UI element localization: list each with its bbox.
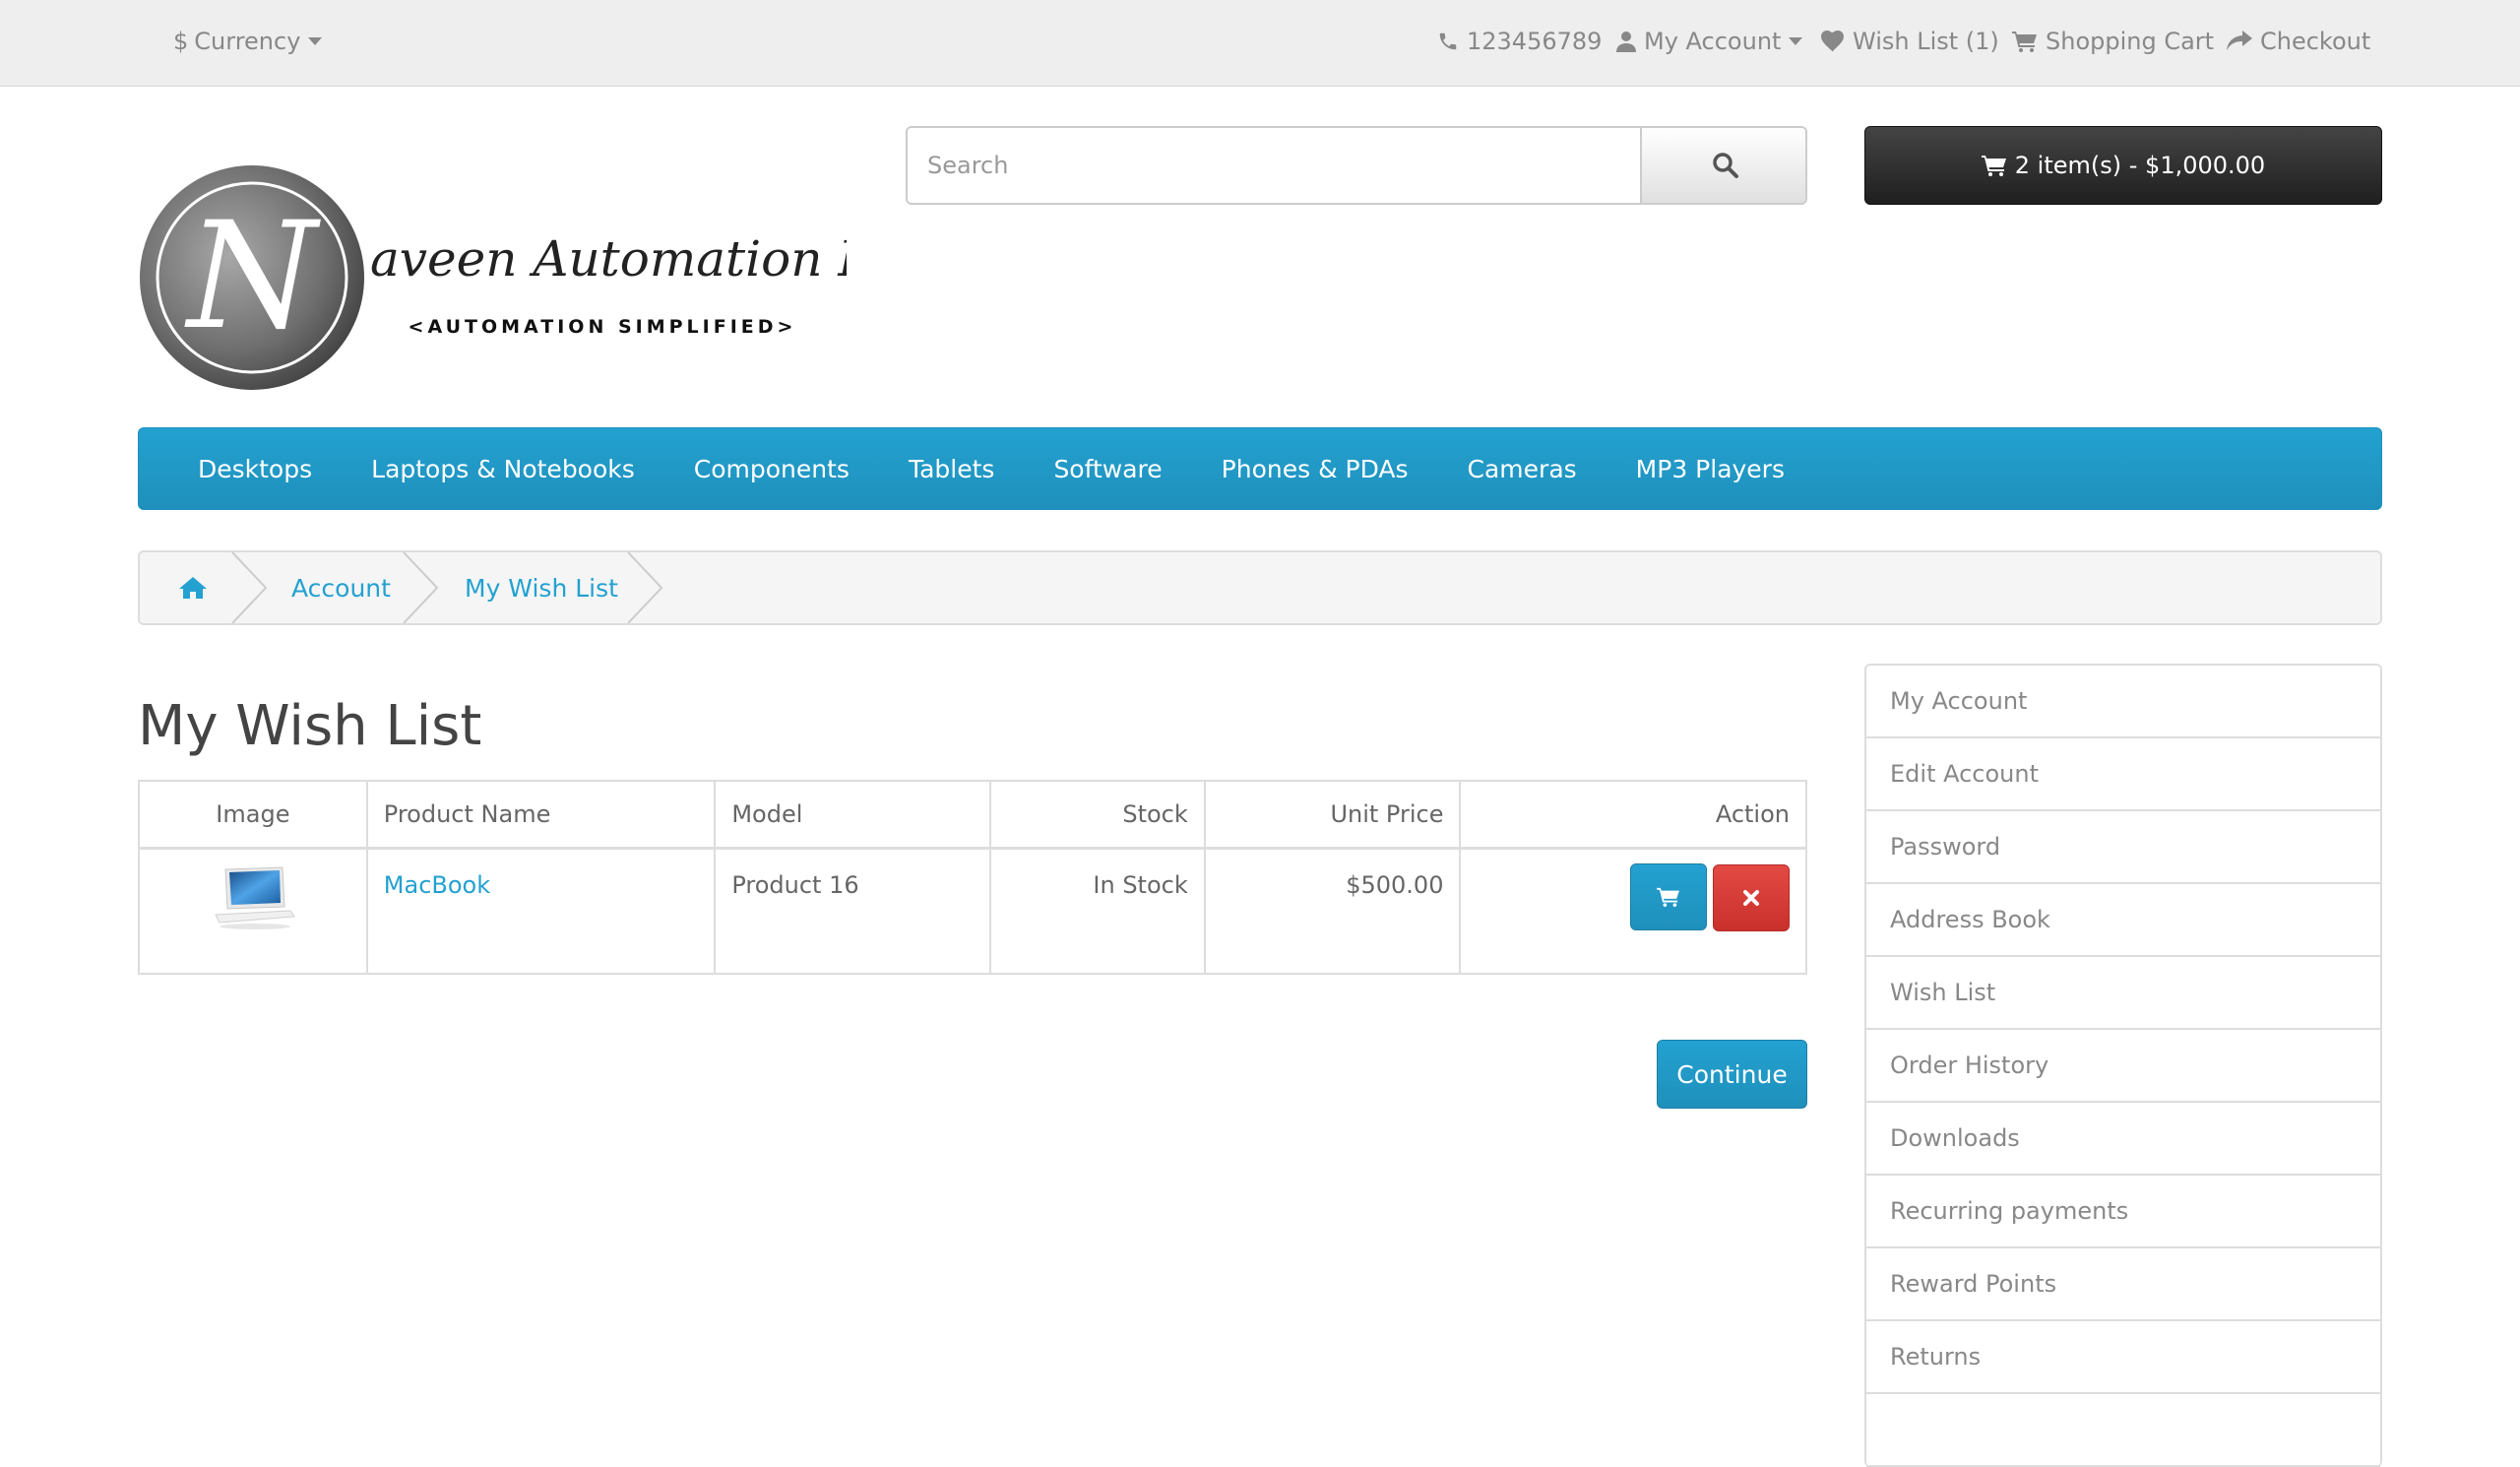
table-header-row: Image Product Name Model Stock Unit Pric… [138, 780, 1807, 849]
search-button[interactable] [1640, 128, 1805, 203]
share-icon [2227, 31, 2252, 50]
logo-tagline: <AUTOMATION SIMPLIFIED> [409, 316, 797, 338]
menu-item-desktops[interactable]: Desktops [198, 455, 312, 483]
account-sidebar: My Account Edit Account Password Address… [1864, 664, 2382, 1467]
column-header-product-name: Product Name [365, 780, 717, 849]
sidebar-item-password[interactable]: Password [1866, 811, 2380, 884]
breadcrumb-home[interactable] [179, 552, 207, 623]
logo-text: aveen Automation Labs [370, 230, 847, 287]
search-input[interactable] [908, 128, 1640, 203]
column-header-action: Action [1459, 780, 1807, 849]
menu-item-laptops-notebooks[interactable]: Laptops & Notebooks [371, 455, 635, 483]
product-name-link[interactable]: MacBook [384, 871, 490, 899]
table-row: MacBook Product 16 In Stock $500.00 [138, 847, 1807, 975]
model-cell: Product 16 [714, 847, 991, 975]
currency-symbol: $ [173, 28, 189, 55]
wish-list-label: Wish List (1) [1853, 28, 1999, 55]
remove-button[interactable] [1713, 863, 1790, 931]
product-image-cell [138, 847, 368, 975]
stock-cell: In Stock [989, 847, 1206, 975]
close-icon [1743, 889, 1759, 906]
main-menu: Desktops Laptops & Notebooks Components … [138, 427, 2382, 510]
menu-item-software[interactable]: Software [1053, 455, 1162, 483]
cart-icon [1981, 156, 2006, 176]
cart-icon [2012, 32, 2037, 52]
checkout-label: Checkout [2260, 28, 2371, 55]
my-account-label: My Account [1644, 28, 1782, 55]
sidebar-item-downloads[interactable]: Downloads [1866, 1103, 2380, 1176]
column-header-stock: Stock [989, 780, 1206, 849]
heart-icon [1821, 31, 1844, 52]
shopping-cart-label: Shopping Cart [2046, 28, 2215, 55]
cart-summary-button[interactable]: 2 item(s) - $1,000.00 [1864, 126, 2382, 205]
currency-label: Currency [194, 28, 301, 55]
sidebar-item-address-book[interactable]: Address Book [1866, 884, 2380, 957]
cart-icon [1657, 887, 1679, 907]
chevron-down-icon [308, 37, 323, 45]
sidebar-item-wish-list[interactable]: Wish List [1866, 957, 2380, 1030]
phone-icon [1439, 32, 1457, 50]
sidebar-item-recurring-payments[interactable]: Recurring payments [1866, 1176, 2380, 1248]
sidebar-item-returns[interactable]: Returns [1866, 1321, 2380, 1394]
product-name-cell: MacBook [365, 847, 717, 975]
column-header-model: Model [714, 780, 991, 849]
logo-graphic: N aveen Automation Labs <AUTOMATION SIMP… [140, 165, 957, 390]
breadcrumb-separator [231, 552, 268, 623]
checkout-link[interactable]: Checkout [2227, 0, 2370, 83]
sidebar-item-edit-account[interactable]: Edit Account [1866, 738, 2380, 811]
search-icon [1713, 153, 1738, 178]
action-cell [1459, 847, 1807, 975]
currency-dropdown[interactable]: $ Currency [173, 0, 323, 83]
my-account-dropdown[interactable]: My Account [1616, 0, 1803, 83]
sidebar-item-my-account[interactable]: My Account [1866, 666, 2380, 738]
search-bar [906, 126, 1807, 205]
logo-letter: N [184, 191, 321, 362]
logo[interactable]: N aveen Automation Labs <AUTOMATION SIMP… [138, 159, 957, 396]
page-title: My Wish List [138, 694, 482, 758]
add-to-cart-button[interactable] [1630, 862, 1707, 930]
breadcrumb-my-wish-list[interactable]: My Wish List [465, 552, 618, 623]
menu-item-phones-pdas[interactable]: Phones & PDAs [1222, 455, 1409, 483]
wish-list-table: Image Product Name Model Stock Unit Pric… [138, 780, 1807, 975]
column-header-image: Image [138, 780, 368, 849]
breadcrumb-separator [627, 552, 663, 623]
phone-link[interactable]: 123456789 [1437, 0, 1602, 83]
home-icon [179, 577, 207, 599]
top-bar: $ Currency 123456789 My Account Wish Lis… [0, 0, 2520, 87]
shopping-cart-link[interactable]: Shopping Cart [2012, 0, 2214, 83]
unit-price-cell: $500.00 [1203, 847, 1462, 975]
phone-number: 123456789 [1467, 28, 1603, 55]
breadcrumb-separator [403, 552, 439, 623]
user-icon [1616, 32, 1636, 52]
chevron-down-icon [1789, 37, 1803, 45]
continue-button[interactable]: Continue [1657, 1040, 1807, 1109]
product-thumbnail[interactable] [206, 863, 300, 932]
breadcrumb-account[interactable]: Account [291, 552, 391, 623]
sidebar-item-reward-points[interactable]: Reward Points [1866, 1248, 2380, 1321]
menu-item-mp3-players[interactable]: MP3 Players [1636, 455, 1785, 483]
sidebar-item-partial[interactable] [1866, 1394, 2380, 1467]
menu-item-tablets[interactable]: Tablets [909, 455, 994, 483]
wish-list-link[interactable]: Wish List (1) [1821, 0, 1999, 83]
sidebar-item-order-history[interactable]: Order History [1866, 1030, 2380, 1103]
menu-item-components[interactable]: Components [694, 455, 850, 483]
column-header-unit-price: Unit Price [1203, 780, 1462, 849]
cart-summary-label: 2 item(s) - $1,000.00 [2014, 152, 2266, 179]
menu-item-cameras[interactable]: Cameras [1468, 455, 1577, 483]
breadcrumb: Account My Wish List [138, 550, 2382, 625]
